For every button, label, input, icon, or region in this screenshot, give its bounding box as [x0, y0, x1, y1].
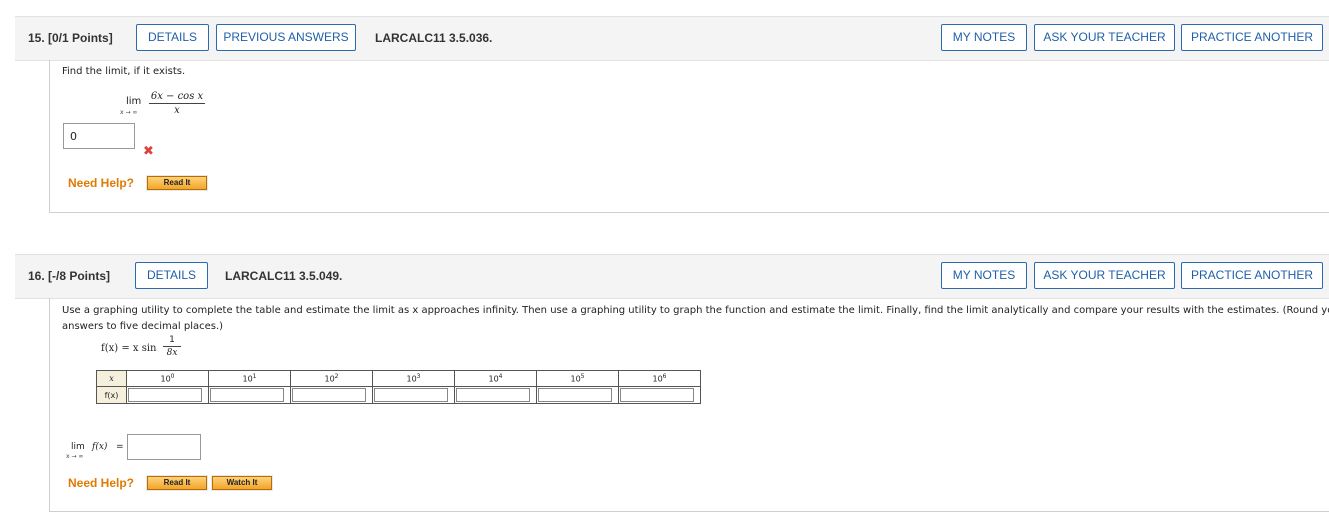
lim-label: lim: [126, 96, 142, 107]
fx-input[interactable]: [128, 388, 202, 402]
fx-input[interactable]: [374, 388, 448, 402]
limit-answer-input[interactable]: [127, 434, 201, 460]
x-header-cell: 101: [208, 370, 291, 387]
question-prompt-line-1: Use a graphing utility to complete the t…: [62, 305, 1329, 316]
question-code: LARCALC11 3.5.036.: [375, 31, 493, 45]
incorrect-x-icon: ✖: [143, 144, 154, 159]
fx-row: f(x): [96, 386, 701, 404]
practice-another-button[interactable]: PRACTICE ANOTHER: [1181, 24, 1323, 51]
fx-input[interactable]: [620, 388, 694, 402]
details-button[interactable]: DETAILS: [135, 262, 208, 289]
fraction-numerator: 1: [163, 335, 181, 347]
fx-row-label: f(x): [96, 386, 127, 404]
exponent: 6: [662, 373, 667, 381]
read-it-button[interactable]: Read It: [146, 175, 208, 191]
exponent: 0: [170, 373, 175, 381]
practice-another-button[interactable]: PRACTICE ANOTHER: [1181, 262, 1323, 289]
x-header-cell: 104: [454, 370, 537, 387]
question-header: 16. [-/8 Points] DETAILS LARCALC11 3.5.0…: [15, 254, 1329, 299]
question-16: 16. [-/8 Points] DETAILS LARCALC11 3.5.0…: [15, 254, 1329, 512]
x-header-cell: 102: [290, 370, 373, 387]
x-header-cell: 103: [372, 370, 455, 387]
answer-input[interactable]: 0: [63, 123, 135, 149]
base-text: 10: [652, 374, 663, 384]
fx-cell: [372, 386, 455, 404]
fx-input[interactable]: [538, 388, 612, 402]
question-number: 16. [-/8 Points]: [28, 269, 111, 283]
fx-cell: [290, 386, 373, 404]
fraction-denominator: x: [174, 105, 180, 116]
my-notes-button[interactable]: MY NOTES: [941, 24, 1027, 51]
x-header-cell: 100: [126, 370, 209, 387]
fraction-numerator: 6x − cos x: [149, 91, 205, 104]
x-row: x 100 101 102 103 104 105 106: [96, 370, 701, 387]
fx-cell: [618, 386, 701, 404]
base-text: 10: [406, 374, 417, 384]
base-text: 10: [160, 374, 171, 384]
details-button[interactable]: DETAILS: [136, 24, 209, 51]
lim-subscript: x → ∞: [66, 453, 84, 460]
lim-function: f(x): [92, 442, 108, 452]
function-fraction: 1 8x: [163, 335, 181, 359]
base-text: 10: [570, 374, 581, 384]
x-header-cell: 106: [618, 370, 701, 387]
lim-subscript: x → ∞: [120, 109, 138, 116]
exponent: 5: [580, 373, 585, 381]
values-table: x 100 101 102 103 104 105 106 f(x): [96, 370, 701, 404]
question-header: 15. [0/1 Points] DETAILS PREVIOUS ANSWER…: [15, 16, 1329, 61]
question-body: Find the limit, if it exists. lim x → ∞ …: [49, 60, 1329, 213]
fx-cell: [536, 386, 619, 404]
need-help-label: Need Help?: [68, 476, 135, 490]
fx-cell: [126, 386, 209, 404]
base-text: 10: [488, 374, 499, 384]
fx-input[interactable]: [456, 388, 530, 402]
exponent: 2: [334, 373, 339, 381]
fx-cell: [208, 386, 291, 404]
limit-fraction: 6x − cos x x: [149, 90, 205, 118]
need-help-label: Need Help?: [68, 176, 135, 190]
function-lhs: f(x) = x sin: [101, 343, 157, 354]
previous-answers-button[interactable]: PREVIOUS ANSWERS: [216, 24, 356, 51]
ask-your-teacher-button[interactable]: ASK YOUR TEACHER: [1034, 262, 1175, 289]
ask-your-teacher-button[interactable]: ASK YOUR TEACHER: [1034, 24, 1175, 51]
fx-input[interactable]: [210, 388, 284, 402]
x-row-label: x: [96, 370, 127, 387]
x-header-cell: 105: [536, 370, 619, 387]
fx-input[interactable]: [292, 388, 366, 402]
exponent: 1: [252, 373, 257, 381]
watch-it-button[interactable]: Watch It: [211, 475, 273, 491]
exponent: 4: [498, 373, 503, 381]
lim-label: lim: [71, 442, 85, 452]
question-body: Use a graphing utility to complete the t…: [49, 298, 1329, 512]
fraction-denominator: 8x: [166, 348, 178, 358]
base-text: 10: [324, 374, 335, 384]
fx-cell: [454, 386, 537, 404]
question-prompt-line-2: answers to five decimal places.): [62, 321, 224, 332]
question-code: LARCALC11 3.5.049.: [225, 269, 343, 283]
question-number: 15. [0/1 Points]: [28, 31, 113, 45]
question-15: 15. [0/1 Points] DETAILS PREVIOUS ANSWER…: [15, 16, 1329, 213]
question-prompt: Find the limit, if it exists.: [62, 66, 186, 77]
base-text: 10: [242, 374, 253, 384]
exponent: 3: [416, 373, 421, 381]
my-notes-button[interactable]: MY NOTES: [941, 262, 1027, 289]
lim-equals: =: [116, 442, 124, 452]
read-it-button[interactable]: Read It: [146, 475, 208, 491]
